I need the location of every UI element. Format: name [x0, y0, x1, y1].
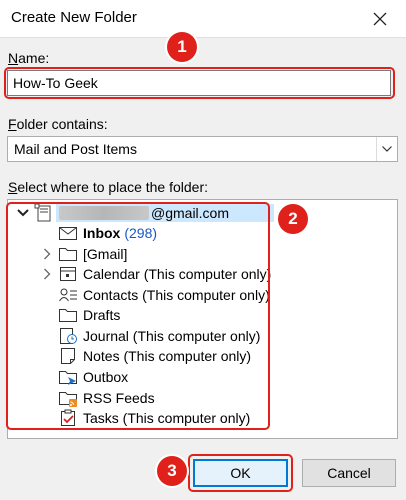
tree-item-calendar[interactable]: Calendar (This computer only) — [58, 264, 271, 284]
tree-item-notes[interactable]: Notes (This computer only) — [58, 346, 251, 366]
folder-contains-value: Mail and Post Items — [14, 141, 137, 157]
tree-item-label: Drafts — [83, 307, 121, 323]
tree-item-gmail[interactable]: [Gmail] — [58, 244, 127, 264]
chevron-right-icon — [44, 268, 51, 280]
tree-item-tasks[interactable]: Tasks (This computer only) — [58, 408, 250, 428]
location-label: Select where to place the folder: — [8, 179, 209, 195]
tree-item-label: RSS Feeds — [83, 390, 155, 406]
tree-item-label: [Gmail] — [83, 246, 128, 262]
folder-name-input[interactable] — [7, 70, 391, 96]
tree-item-label: Inbox — [83, 225, 121, 241]
tree-root-account[interactable]: @gmail.com — [34, 203, 229, 223]
folder-contains-select[interactable]: Mail and Post Items — [7, 136, 398, 162]
dropdown-button[interactable] — [376, 137, 397, 161]
tree-item-rss-feeds[interactable]: RSS Feeds — [58, 388, 155, 408]
rss-icon — [58, 388, 78, 408]
folder-tree[interactable]: @gmail.com Inbox (298) [Gmail] Calendar … — [7, 199, 398, 439]
cancel-button[interactable]: Cancel — [302, 459, 396, 487]
notes-icon — [58, 346, 78, 366]
chevron-right-icon — [44, 248, 51, 260]
tree-item-label: Calendar (This computer only) — [83, 266, 272, 282]
inbox-icon — [58, 223, 78, 243]
calendar-icon — [58, 264, 78, 284]
close-icon — [373, 12, 387, 26]
journal-icon — [58, 326, 78, 346]
tree-item-label: Outbox — [83, 369, 129, 385]
folder-contains-label: Folder contains: — [8, 116, 108, 132]
tasks-icon — [58, 408, 78, 428]
contacts-icon — [58, 285, 78, 305]
redacted-account-name — [59, 206, 149, 220]
folder-icon — [58, 244, 78, 264]
name-label: Name: — [8, 50, 50, 66]
title-bar: Create New Folder — [0, 0, 406, 38]
tree-item-label: Notes (This computer only) — [83, 348, 252, 364]
ok-button[interactable]: OK — [193, 459, 288, 487]
gmail-expand-toggle[interactable] — [40, 247, 54, 261]
tree-item-label: Journal (This computer only) — [83, 328, 261, 344]
dialog-title: Create New Folder — [11, 9, 137, 26]
tree-item-drafts[interactable]: Drafts — [58, 305, 120, 325]
outbox-icon — [58, 367, 78, 387]
unread-count: (298) — [124, 225, 158, 241]
account-email-suffix: @gmail.com — [151, 205, 230, 221]
tree-item-journal[interactable]: Journal (This computer only) — [58, 326, 260, 346]
mailbox-icon — [34, 203, 54, 223]
root-collapse-toggle[interactable] — [16, 206, 30, 220]
annotation-badge-3: 3 — [157, 456, 187, 486]
tree-item-outbox[interactable]: Outbox — [58, 367, 128, 387]
close-button[interactable] — [368, 7, 392, 31]
annotation-badge-2: 2 — [278, 204, 308, 234]
calendar-expand-toggle[interactable] — [40, 267, 54, 281]
tree-item-contacts[interactable]: Contacts (This computer only) — [58, 285, 270, 305]
tree-item-label: Contacts (This computer only) — [83, 287, 270, 303]
chevron-down-icon — [382, 146, 392, 152]
tree-item-label: Tasks (This computer only) — [83, 410, 251, 426]
tree-item-inbox[interactable]: Inbox (298) — [58, 223, 157, 243]
annotation-badge-1: 1 — [167, 32, 197, 62]
chevron-down-icon — [17, 209, 29, 217]
folder-icon — [58, 305, 78, 325]
